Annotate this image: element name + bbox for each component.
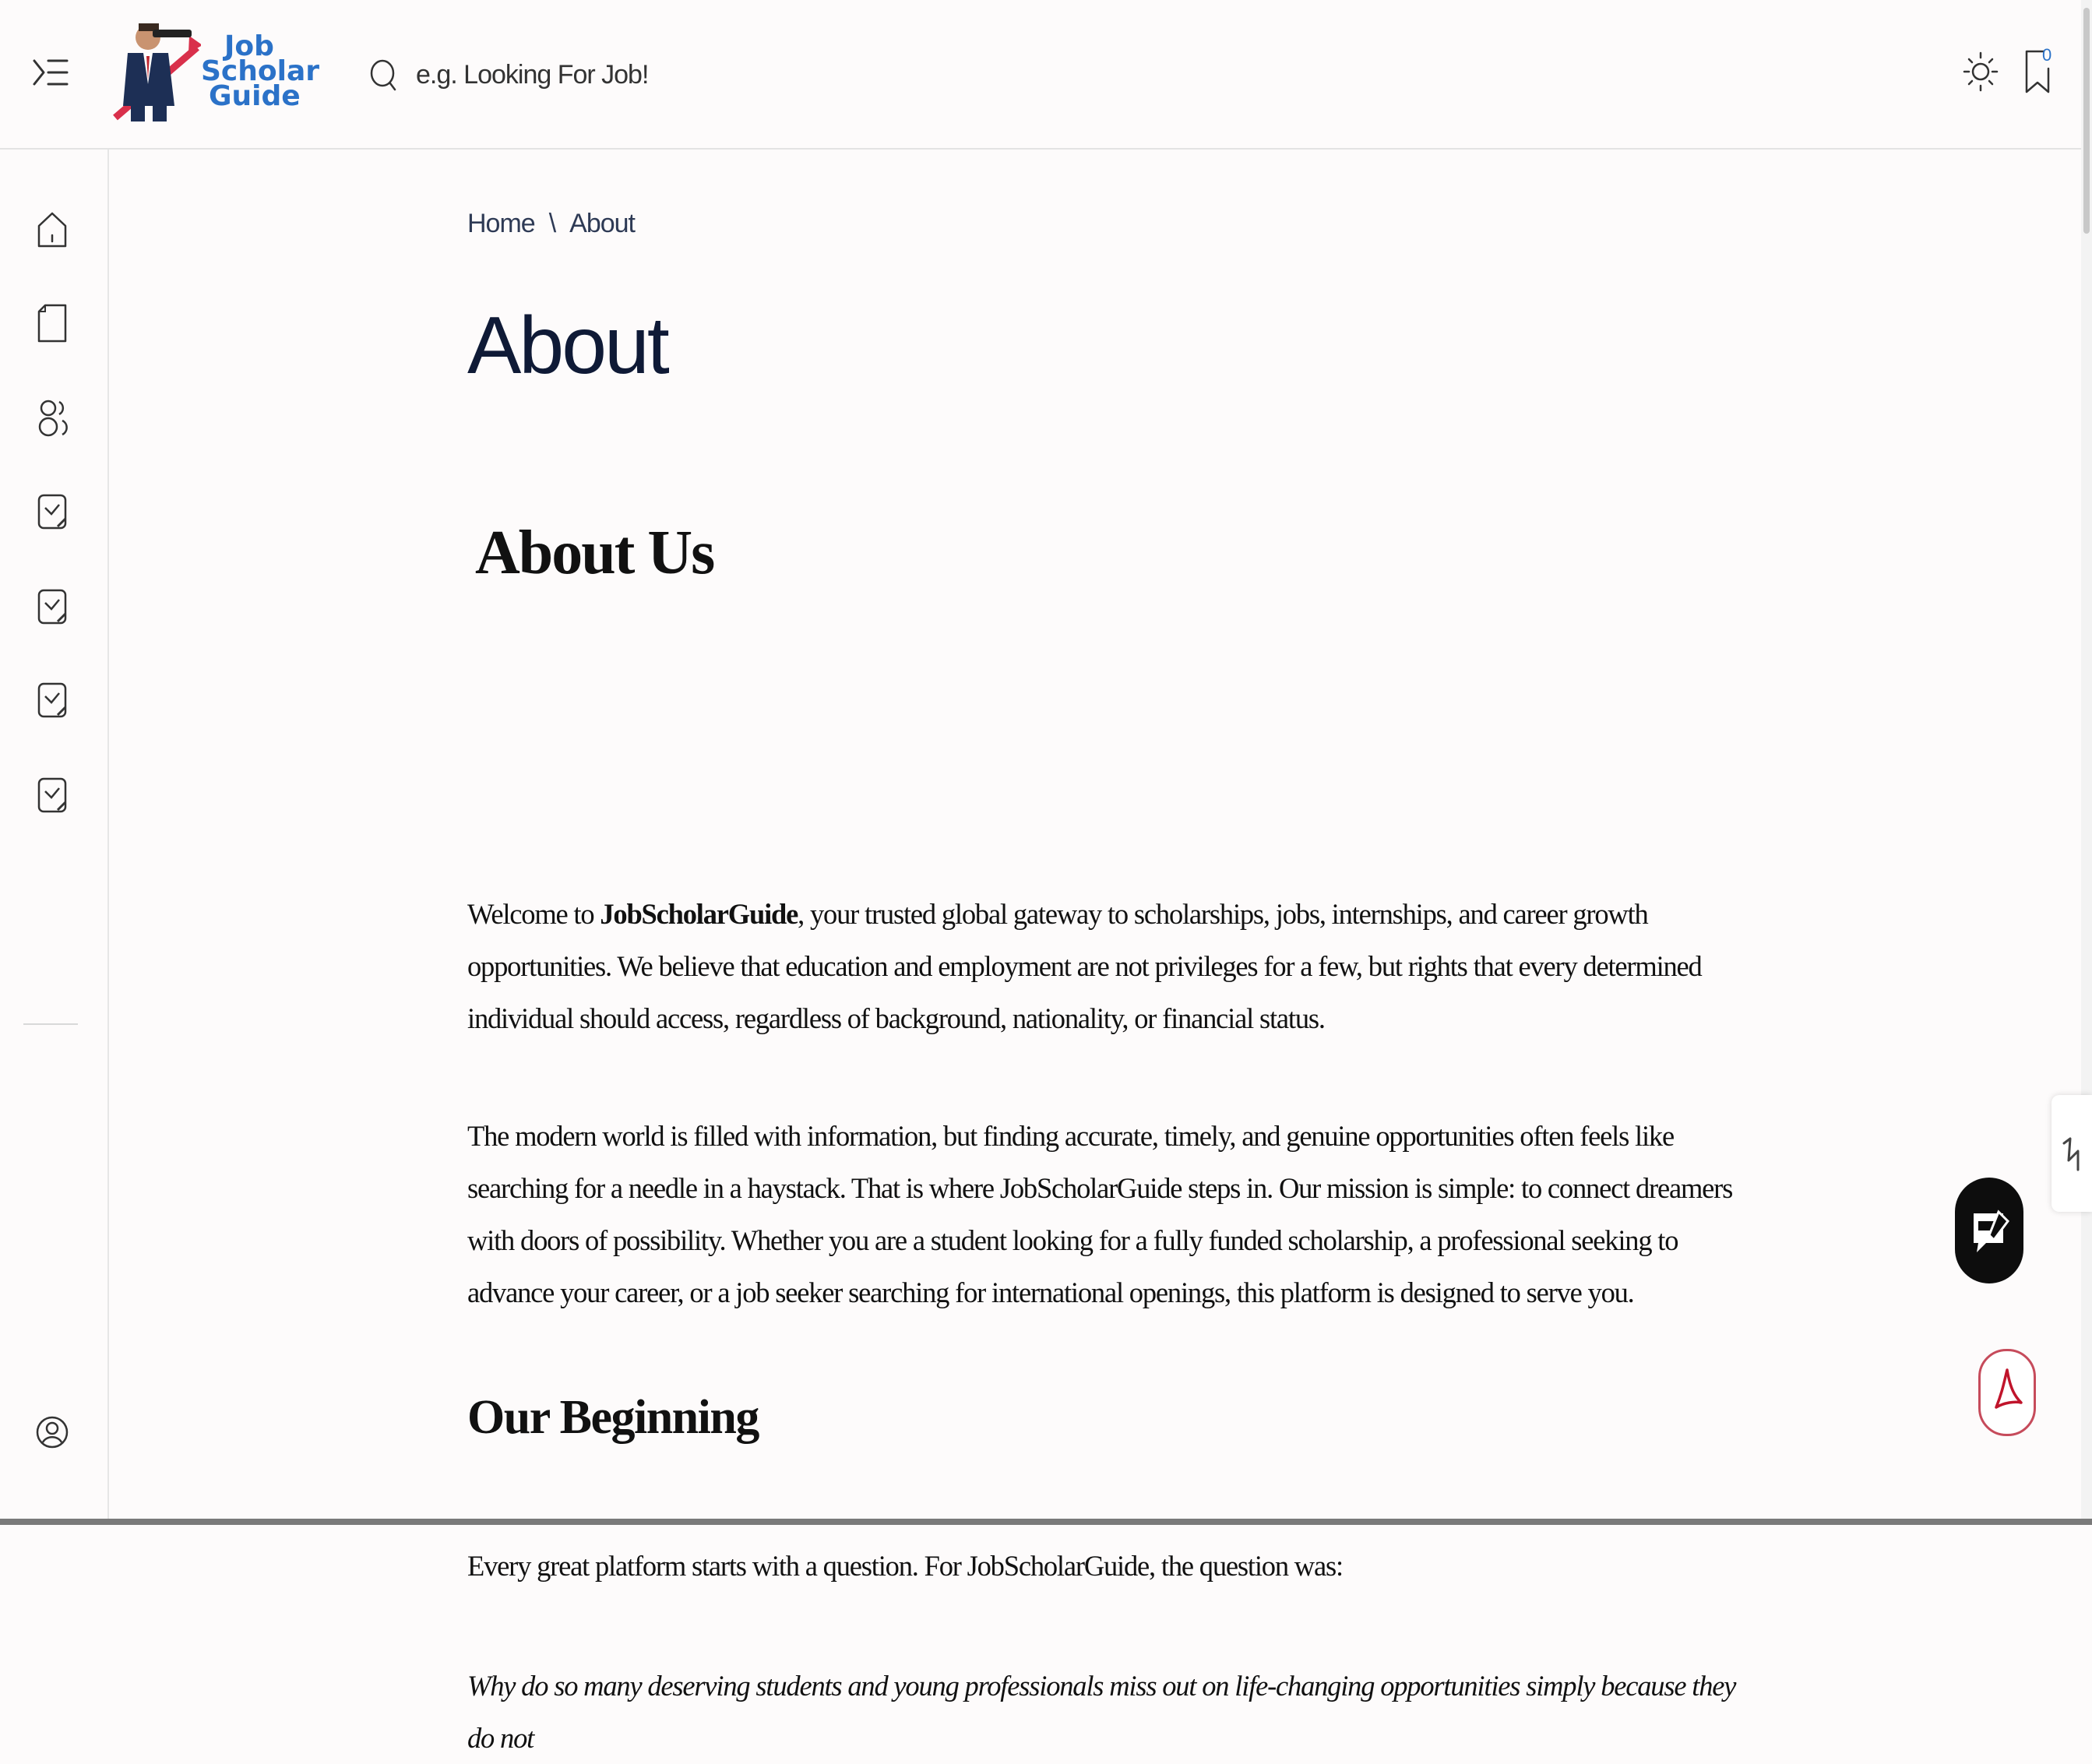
share-icon <box>2062 1137 2080 1171</box>
paragraph-welcome-prefix: Welcome to <box>467 898 600 930</box>
home-icon[interactable] <box>34 209 70 251</box>
clipboard-icon[interactable] <box>34 586 70 628</box>
page-title: About <box>467 301 670 391</box>
paragraph-question-quote: Why do so many deserving students and yo… <box>467 1670 1736 1754</box>
logo-figure-icon <box>113 23 203 121</box>
clipboard-icon[interactable] <box>34 774 70 816</box>
share-side-tab[interactable] <box>2051 1095 2092 1212</box>
search-input[interactable] <box>414 58 667 91</box>
clipboard-icon[interactable] <box>34 491 70 533</box>
breadcrumb-separator: \ <box>548 209 557 238</box>
scrollbar-thumb[interactable] <box>2083 8 2090 234</box>
pdf-chat-icon <box>1974 1209 2009 1252</box>
bookmark-count-badge: 0 <box>2042 45 2052 65</box>
pdf-download-button[interactable] <box>1978 1349 2036 1436</box>
heading-our-beginning: Our Beginning <box>467 1391 759 1444</box>
logo-line-3: Guide <box>209 80 301 112</box>
sun-icon[interactable] <box>1963 50 1999 93</box>
users-icon[interactable] <box>34 397 70 439</box>
heading-about-us: About Us <box>475 519 715 587</box>
sidebar <box>0 150 109 1525</box>
document-icon[interactable] <box>34 302 70 344</box>
paragraph-question-intro: Every great platform starts with a quest… <box>467 1550 1344 1582</box>
breadcrumb: Home \ About <box>467 209 636 239</box>
top-bar: Job Scholar Guide 0 <box>0 0 2092 150</box>
breadcrumb-home-link[interactable]: Home <box>467 209 536 238</box>
clipboard-icon[interactable] <box>34 679 70 721</box>
pdf-icon <box>1995 1368 2023 1409</box>
menu-toggle-icon[interactable] <box>31 55 70 90</box>
paragraph-welcome: Welcome to JobScholarGuide, your trusted… <box>467 888 1745 1044</box>
site-logo[interactable]: Job Scholar Guide <box>107 12 333 126</box>
brand-name: JobScholarGuide <box>600 898 798 930</box>
user-circle-icon[interactable] <box>34 1411 70 1453</box>
bookmark-icon[interactable] <box>2020 47 2059 97</box>
bottom-edge-bar <box>0 1519 2092 1525</box>
paragraph-mission: The modern world is filled with informat… <box>467 1120 1733 1308</box>
breadcrumb-current: About <box>569 209 636 238</box>
sidebar-divider <box>23 1023 78 1025</box>
logo-text: Job Scholar Guide <box>201 33 319 112</box>
search-bar <box>369 51 681 98</box>
search-icon[interactable] <box>369 58 397 92</box>
pdf-chat-button[interactable] <box>1955 1178 2023 1283</box>
